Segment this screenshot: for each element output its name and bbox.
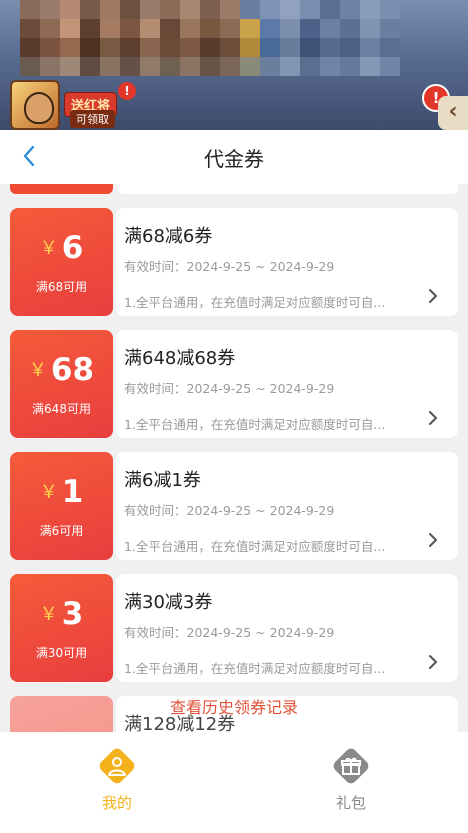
currency-symbol: ￥ <box>39 238 58 259</box>
coupon-name: 满6减1券 <box>124 470 201 491</box>
currency-symbol: ￥ <box>39 482 58 503</box>
tab-gift-label: 礼包 <box>335 794 366 812</box>
bottom-nav: 我的 礼包 <box>0 732 468 833</box>
coupon-card[interactable]: ￥ 6 满68可用 满68减6券 有效时间：2024-9-25 ~ 2024-9-… <box>10 208 458 316</box>
game-banner[interactable]: 送红将 可领取 ! ! ‹ <box>0 0 468 130</box>
coupon-description: 1.全平台通用，在充值时满足对应额度时可自... <box>124 661 386 676</box>
page-header: 代金券 <box>0 130 468 184</box>
coupon-validity: 有效时间：2024-9-25 ~ 2024-9-29 <box>124 259 335 274</box>
tab-mine[interactable]: 我的 <box>67 746 167 826</box>
currency-symbol: ￥ <box>39 604 58 625</box>
coupon-card[interactable]: ￥ 68 满648可用 满648减68券 有效时间：2024-9-25 ~ 202… <box>10 330 458 438</box>
coupon-value-panel: ￥ 1 满6可用 <box>10 452 113 560</box>
user-icon <box>97 746 137 786</box>
tab-gift[interactable]: 礼包 <box>301 746 401 826</box>
currency-symbol: ￥ <box>28 360 47 381</box>
coupon-condition: 满6可用 <box>39 524 84 538</box>
coupon-detail-panel[interactable]: 满6减1券 有效时间：2024-9-25 ~ 2024-9-29 1.全平台通用… <box>116 452 458 560</box>
coupon-card[interactable]: ￥ 1 满6可用 满6减1券 有效时间：2024-9-25 ~ 2024-9-29… <box>10 452 458 560</box>
coupon-value-panel: ￥ 3 满30可用 <box>10 574 113 682</box>
hero-card-icon <box>10 80 60 130</box>
tab-mine-label: 我的 <box>101 794 132 812</box>
coupon-name: 满68减6券 <box>124 226 213 247</box>
promo-alert-badge: ! <box>118 82 136 100</box>
coupon-condition: 满30可用 <box>35 646 88 660</box>
coupon-value-panel: ￥ 6 满68可用 <box>10 208 113 316</box>
coupon-validity: 有效时间：2024-9-25 ~ 2024-9-29 <box>124 625 335 640</box>
coupon-description: 1.全平台通用，在充值时满足对应额度时可自... <box>124 417 386 432</box>
pixelated-banner-art <box>20 0 400 76</box>
coupon-description: 1.全平台通用，在充值时满足对应额度时可自... <box>124 539 386 554</box>
coupon-name: 满648减68券 <box>124 348 236 369</box>
coupon-list[interactable]: ￥ 6 满68可用 满68减6券 有效时间：2024-9-25 ~ 2024-9-… <box>0 184 468 732</box>
coupon-condition: 满68可用 <box>35 280 88 294</box>
coupon-value-panel: ￥ 68 满648可用 <box>10 330 113 438</box>
coupon-peek-previous <box>10 184 458 194</box>
collapse-arrow-icon[interactable]: ‹ <box>438 96 468 130</box>
coupon-validity: 有效时间：2024-9-25 ~ 2024-9-29 <box>124 503 335 518</box>
coupon-detail-panel[interactable]: 满648减68券 有效时间：2024-9-25 ~ 2024-9-29 1.全平… <box>116 330 458 438</box>
page-title: 代金券 <box>204 147 264 171</box>
coupon-amount: 3 <box>61 596 84 632</box>
gift-icon <box>331 746 371 786</box>
coupon-name: 满30减3券 <box>124 592 213 613</box>
coupon-condition: 满648可用 <box>32 402 91 416</box>
coupon-description: 1.全平台通用，在充值时满足对应额度时可自... <box>124 295 386 310</box>
promo-sub-label: 可领取 <box>70 110 115 128</box>
coupon-detail-panel[interactable]: 满68减6券 有效时间：2024-9-25 ~ 2024-9-29 1.全平台通… <box>116 208 458 316</box>
history-records-link[interactable]: 查看历史领券记录 <box>0 694 468 718</box>
coupon-amount: 6 <box>61 230 84 266</box>
chevron-right-icon[interactable] <box>428 288 444 306</box>
coupon-detail-panel[interactable]: 满30减3券 有效时间：2024-9-25 ~ 2024-9-29 1.全平台通… <box>116 574 458 682</box>
chevron-right-icon[interactable] <box>428 410 444 428</box>
coupon-amount: 68 <box>50 352 95 388</box>
coupon-card[interactable]: ￥ 3 满30可用 满30减3券 有效时间：2024-9-25 ~ 2024-9-… <box>10 574 458 682</box>
chevron-right-icon[interactable] <box>428 532 444 550</box>
coupon-validity: 有效时间：2024-9-25 ~ 2024-9-29 <box>124 381 335 396</box>
coupon-amount: 1 <box>61 474 84 510</box>
promo-widget[interactable]: 送红将 可领取 ! <box>6 76 138 130</box>
chevron-right-icon[interactable] <box>428 654 444 672</box>
